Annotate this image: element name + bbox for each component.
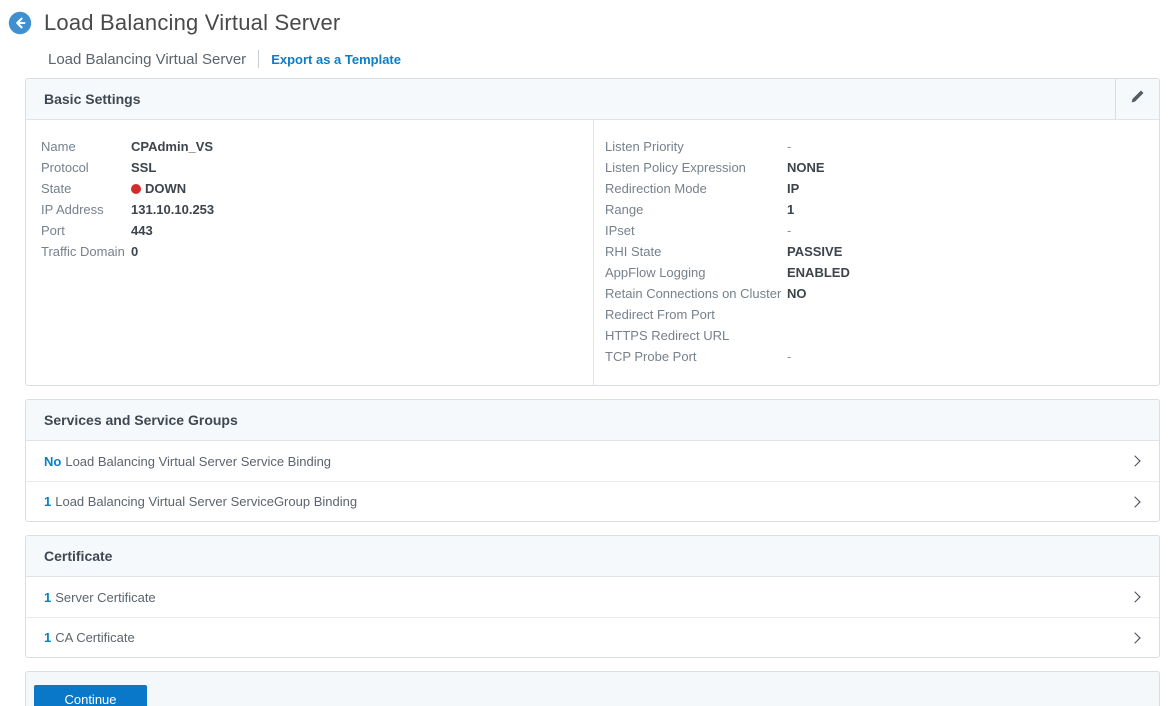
- field-https-redirect-url: HTTPS Redirect URL: [594, 325, 1159, 346]
- server-certificate-label: Server Certificate: [55, 590, 155, 605]
- field-traffic-domain: Traffic Domain 0: [26, 241, 593, 262]
- status-down-dot-icon: [131, 184, 141, 194]
- servicegroup-binding-count: 1: [44, 494, 51, 509]
- field-state: State DOWN: [26, 178, 593, 199]
- field-redirection-mode: Redirection Mode IP: [594, 178, 1159, 199]
- ca-certificate-count: 1: [44, 630, 51, 645]
- server-certificate-count: 1: [44, 590, 51, 605]
- subnav-tab-label: Load Balancing Virtual Server: [48, 51, 246, 68]
- services-header: Services and Service Groups: [26, 400, 1159, 441]
- chevron-right-icon: [1129, 591, 1140, 602]
- field-listen-priority: Listen Priority -: [594, 136, 1159, 157]
- field-ipset: IPset -: [594, 220, 1159, 241]
- subnav-divider: [258, 50, 259, 68]
- continue-button[interactable]: Continue: [34, 685, 147, 706]
- field-name: Name CPAdmin_VS: [26, 136, 593, 157]
- basic-settings-content: Name CPAdmin_VS Protocol SSL State DOWN …: [26, 120, 1159, 385]
- ca-certificate-row[interactable]: 1 CA Certificate: [26, 617, 1159, 657]
- services-panel: Services and Service Groups No Load Balan…: [25, 399, 1160, 522]
- page-header: Load Balancing Virtual Server: [8, 10, 1160, 36]
- server-certificate-row[interactable]: 1 Server Certificate: [26, 577, 1159, 617]
- pencil-icon: [1130, 89, 1145, 109]
- basic-settings-header: Basic Settings: [26, 79, 1159, 120]
- services-title: Services and Service Groups: [26, 400, 256, 440]
- certificate-header: Certificate: [26, 536, 1159, 577]
- basic-settings-right-column: Listen Priority - Listen Policy Expressi…: [593, 120, 1159, 385]
- back-button[interactable]: [8, 11, 32, 35]
- service-binding-row[interactable]: No Load Balancing Virtual Server Service …: [26, 441, 1159, 481]
- footer-panel: Continue: [25, 671, 1160, 706]
- certificate-title: Certificate: [26, 536, 130, 576]
- field-rhi-state: RHI State PASSIVE: [594, 241, 1159, 262]
- basic-settings-left-column: Name CPAdmin_VS Protocol SSL State DOWN …: [26, 120, 593, 385]
- field-protocol: Protocol SSL: [26, 157, 593, 178]
- field-redirect-from-port: Redirect From Port: [594, 304, 1159, 325]
- chevron-right-icon: [1129, 632, 1140, 643]
- servicegroup-binding-row[interactable]: 1 Load Balancing Virtual Server ServiceGr…: [26, 481, 1159, 521]
- chevron-right-icon: [1129, 496, 1140, 507]
- servicegroup-binding-label: Load Balancing Virtual Server ServiceGro…: [55, 494, 357, 509]
- service-binding-label: Load Balancing Virtual Server Service Bi…: [65, 454, 331, 469]
- ca-certificate-label: CA Certificate: [55, 630, 134, 645]
- basic-settings-title: Basic Settings: [26, 79, 158, 119]
- field-retain-connections-on-cluster: Retain Connections on Cluster NO: [594, 283, 1159, 304]
- certificate-panel: Certificate 1 Server Certificate 1 CA Cert…: [25, 535, 1160, 658]
- page: Load Balancing Virtual Server Load Balan…: [0, 0, 1170, 706]
- state-value: DOWN: [145, 178, 186, 199]
- edit-basic-settings-button[interactable]: [1115, 79, 1159, 119]
- field-listen-policy-expression: Listen Policy Expression NONE: [594, 157, 1159, 178]
- subnav: Load Balancing Virtual Server Export as …: [48, 50, 1160, 68]
- field-tcp-probe-port: TCP Probe Port -: [594, 346, 1159, 367]
- field-ip-address: IP Address 131.10.10.253: [26, 199, 593, 220]
- field-range: Range 1: [594, 199, 1159, 220]
- export-template-link[interactable]: Export as a Template: [271, 52, 401, 67]
- page-title: Load Balancing Virtual Server: [44, 10, 340, 36]
- field-port: Port 443: [26, 220, 593, 241]
- basic-settings-panel: Basic Settings Name CPAdmin_VS Protocol …: [25, 78, 1160, 386]
- field-appflow-logging: AppFlow Logging ENABLED: [594, 262, 1159, 283]
- chevron-right-icon: [1129, 455, 1140, 466]
- service-binding-count: No: [44, 454, 61, 469]
- arrow-left-circle-icon: [8, 23, 32, 38]
